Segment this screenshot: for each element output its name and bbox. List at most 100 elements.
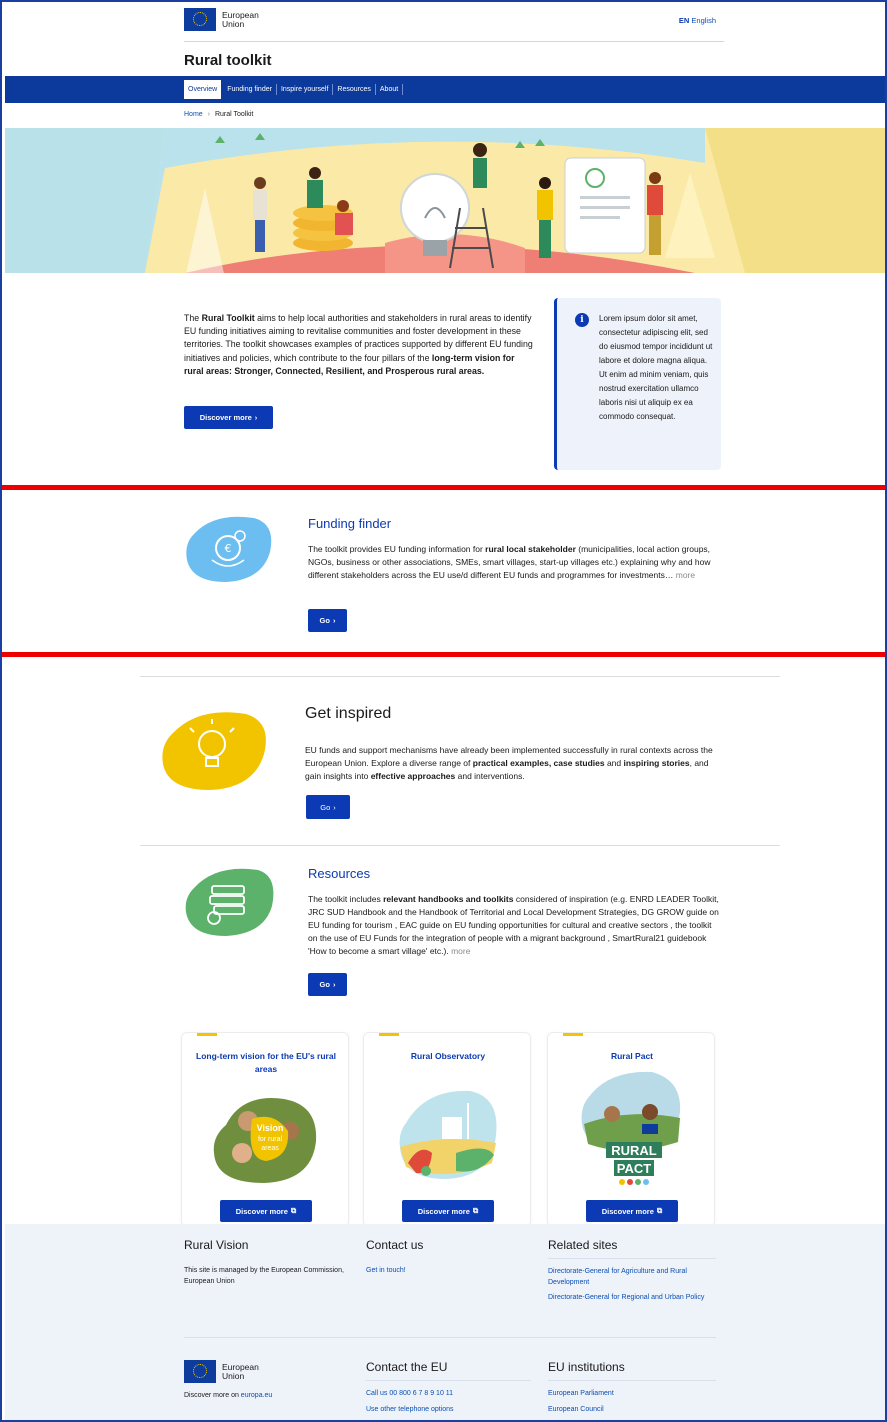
card-rural-pact[interactable]: Rural Pact RURAL PACT Discover more ⧉ — [547, 1032, 715, 1227]
card-rural-observatory[interactable]: Rural Observatory Discover more ⧉ — [363, 1032, 531, 1227]
resources-text-1: The toolkit includes — [308, 894, 384, 904]
footer-parliament-link[interactable]: European Parliament — [548, 1389, 716, 1400]
resources-title[interactable]: Resources — [308, 866, 370, 881]
resources-illustration — [185, 868, 274, 936]
info-box-text: Lorem ipsum dolor sit amet, consectetur … — [599, 314, 713, 421]
breadcrumb-home[interactable]: Home — [184, 111, 203, 118]
inspired-bold-2: inspiring stories — [623, 758, 690, 768]
section-divider — [140, 845, 780, 846]
external-link-icon: ⧉ — [290, 1206, 297, 1215]
footer-eu-institutions: EU institutions European Parliament Euro… — [548, 1360, 716, 1420]
svg-text:€: € — [225, 542, 232, 555]
eu-flag-icon — [184, 1360, 216, 1383]
footer-rural-vision-text: This site is managed by the European Com… — [184, 1267, 344, 1285]
get-inspired-text: EU funds and support mechanisms have alr… — [305, 744, 715, 783]
svg-text:areas: areas — [261, 1145, 279, 1152]
footer-eu-logo[interactable]: European Union — [184, 1360, 354, 1383]
eu-logo-text: European Union — [222, 10, 259, 29]
footer-rural-vision-title: Rural Vision — [184, 1238, 249, 1252]
footer-council-link[interactable]: European Council — [548, 1405, 716, 1416]
card-discover-more-button[interactable]: Discover more ⧉ — [586, 1200, 678, 1222]
footer: Rural Vision This site is managed by the… — [5, 1224, 887, 1422]
get-inspired-go-label: Go — [320, 802, 331, 812]
footer-get-in-touch-link[interactable]: Get in touch! — [366, 1266, 531, 1277]
funding-finder-illustration: € — [186, 516, 272, 582]
funding-finder-title[interactable]: Funding finder — [308, 516, 391, 531]
resources-go-button[interactable]: Go › — [308, 973, 347, 996]
nav-item-resources[interactable]: Resources — [333, 84, 376, 95]
footer-discover-text: Discover more on europa.eu — [184, 1391, 354, 1402]
card-title[interactable]: Long-term vision for the EU's rural area… — [192, 1050, 340, 1076]
inspired-text-2: and — [604, 758, 624, 768]
card-long-term-vision[interactable]: Long-term vision for the EU's rural area… — [181, 1032, 349, 1227]
funding-text-1: The toolkit provides EU funding informat… — [308, 544, 486, 554]
get-inspired-go-button[interactable]: Go › — [306, 795, 350, 819]
info-box: i Lorem ipsum dolor sit amet, consectetu… — [554, 298, 721, 470]
footer-rural-vision: Rural Vision This site is managed by the… — [184, 1238, 354, 1287]
observatory-illustration — [399, 1090, 497, 1179]
footer-contact-us: Contact us Get in touch! — [366, 1238, 531, 1282]
language-code: EN — [678, 16, 690, 25]
eu-logo-line2: Union — [222, 18, 245, 29]
nav-item-about[interactable]: About — [376, 84, 404, 95]
footer-eu-logo-line2: Union — [222, 1370, 245, 1381]
language-name: English — [691, 16, 716, 25]
footer-related-sites: Related sites Directorate-General for Ag… — [548, 1238, 716, 1309]
nav-item-inspire-yourself[interactable]: Inspire yourself — [277, 84, 334, 95]
hero-illustration-svg — [5, 128, 887, 273]
discover-more-button[interactable]: Discover more › — [184, 406, 273, 429]
breadcrumb: Home › Rural Toolkit — [184, 111, 253, 118]
footer-contact-title: Contact us — [366, 1238, 424, 1252]
card-title[interactable]: Rural Pact — [558, 1050, 706, 1063]
top-header: European Union EN English — [184, 6, 724, 42]
footer-contact-eu-title: Contact the EU — [366, 1360, 531, 1381]
discover-more-label: Discover more — [199, 413, 252, 422]
nav-item-funding-finder[interactable]: Funding finder — [223, 84, 277, 95]
card-accent — [563, 1033, 583, 1036]
card-button-label: Discover more — [235, 1206, 288, 1216]
main-navigation: Overview Funding finder Inspire yourself… — [5, 76, 887, 103]
site-title: Rural toolkit — [184, 52, 272, 69]
breadcrumb-separator: › — [207, 111, 210, 118]
external-link-icon: ⧉ — [472, 1206, 479, 1215]
language-selector[interactable]: EN English — [679, 16, 716, 25]
chevron-right-icon: › — [332, 616, 336, 625]
get-inspired-illustration — [162, 712, 266, 790]
footer-related-link-agri[interactable]: Directorate-General for Agriculture and … — [548, 1267, 716, 1288]
funding-more-link[interactable]: more — [676, 570, 695, 580]
funding-finder-text: The toolkit provides EU funding informat… — [308, 543, 722, 582]
footer-call-us-link[interactable]: Call us 00 800 6 7 8 9 10 11 — [366, 1389, 531, 1400]
footer-europa-link[interactable]: europa.eu — [241, 1392, 273, 1399]
red-marker-top — [0, 485, 887, 490]
hero-illustration — [5, 128, 887, 273]
footer-institutions-title: EU institutions — [548, 1360, 716, 1381]
card-title[interactable]: Rural Observatory — [374, 1050, 522, 1063]
card-discover-more-button[interactable]: Discover more ⧉ — [402, 1200, 494, 1222]
card-discover-more-button[interactable]: Discover more ⧉ — [220, 1200, 312, 1222]
vision-illustration: Vision for rural areas — [213, 1098, 317, 1183]
funding-go-button[interactable]: Go › — [308, 609, 347, 632]
inspired-text-4: and interventions. — [455, 771, 525, 781]
footer-related-link-regio[interactable]: Directorate-General for Regional and Urb… — [548, 1293, 716, 1304]
rural-pact-illustration: RURAL PACT — [581, 1071, 681, 1185]
footer-related-title: Related sites — [548, 1238, 716, 1259]
card-accent — [197, 1033, 217, 1036]
resources-text: The toolkit includes relevant handbooks … — [308, 893, 722, 958]
nav-item-overview[interactable]: Overview — [184, 80, 222, 99]
card-accent — [379, 1033, 399, 1036]
footer-discover-label: Discover more on — [184, 1392, 241, 1399]
footer-telephone-options-link[interactable]: Use other telephone options — [366, 1405, 531, 1416]
info-icon: i — [575, 313, 589, 327]
card-button-label: Discover more — [417, 1206, 470, 1216]
inspired-bold-1: practical examples, case studies — [472, 758, 605, 768]
footer-eu: European Union Discover more on europa.e… — [184, 1360, 354, 1402]
resources-more-link[interactable]: more — [451, 946, 470, 956]
intro-bold-1: Rural Toolkit — [201, 313, 255, 323]
chevron-right-icon: › — [254, 413, 258, 422]
funding-go-label: Go — [319, 616, 330, 625]
eu-logo[interactable]: European Union — [184, 8, 259, 31]
svg-text:for rural: for rural — [258, 1136, 283, 1143]
inspired-bold-3: effective approaches — [370, 771, 456, 781]
get-inspired-title: Get inspired — [305, 705, 392, 722]
intro-paragraph: The Rural Toolkit aims to help local aut… — [184, 312, 536, 378]
